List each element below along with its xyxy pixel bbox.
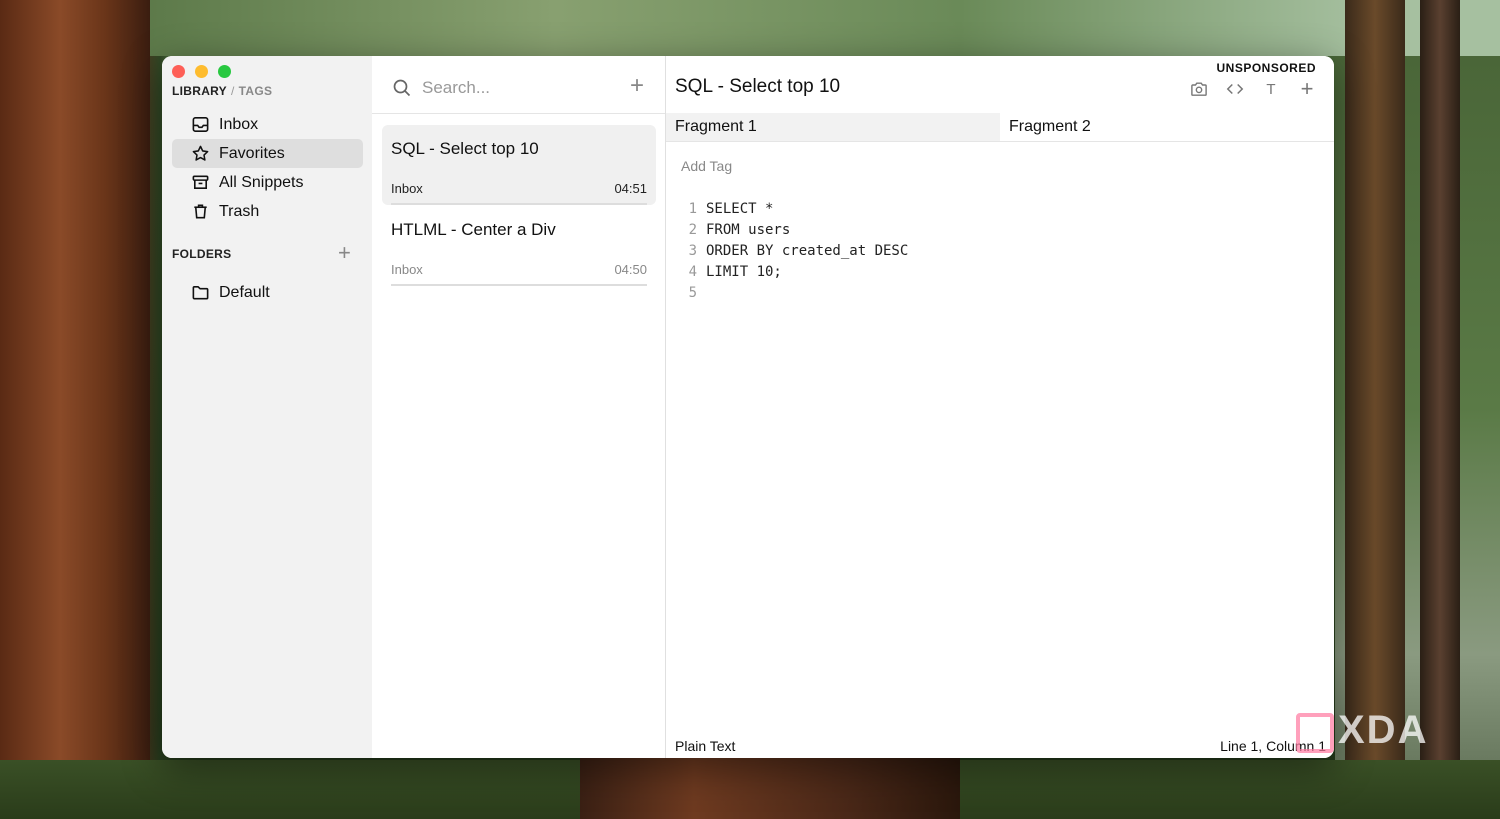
line-number: 2: [688, 222, 697, 238]
code-text: LIMIT 10;: [706, 264, 782, 280]
add-snippet-button[interactable]: +: [630, 74, 644, 98]
snippet-title: SQL - Select top 10: [391, 139, 539, 158]
code-line: 2 FROM users: [681, 220, 908, 241]
star-icon: [190, 144, 210, 164]
snippet-title: HTLML - Center a Div: [391, 220, 556, 239]
inbox-icon: [190, 115, 210, 135]
line-number: 4: [688, 264, 697, 280]
minimize-window-button[interactable]: [195, 65, 208, 78]
fragment-tabs: Fragment 1 Fragment 2: [666, 113, 1334, 142]
sidebar-item-label: All Snippets: [219, 173, 304, 191]
snippet-meta: Inbox 04:50: [391, 262, 647, 277]
app-window: LIBRARY / TAGS Inbox Favorites All Snippet…: [162, 56, 1334, 758]
code-line: 5: [681, 283, 908, 304]
background-sky: [150, 0, 1500, 56]
code-text: SELECT *: [706, 201, 774, 217]
window-controls: [172, 65, 231, 78]
sidebar-item-label: Favorites: [219, 144, 285, 162]
sidebar-item-label: Trash: [219, 202, 260, 220]
line-number: 3: [688, 243, 697, 259]
sidebar-item-label: Default: [219, 283, 270, 301]
library-tags-switcher: LIBRARY / TAGS: [172, 84, 272, 98]
snippet-list-panel: + SQL - Select top 10 Inbox 04:51 HTLML …: [372, 56, 666, 758]
xda-watermark: XDA: [1338, 708, 1429, 752]
code-icon[interactable]: [1226, 80, 1244, 98]
close-window-button[interactable]: [172, 65, 185, 78]
snippet-folder: Inbox: [391, 262, 423, 277]
sidebar-item-folder-default[interactable]: Default: [172, 278, 363, 307]
sidebar-item-label: Inbox: [219, 115, 259, 133]
sidebar-item-all-snippets[interactable]: All Snippets: [172, 168, 363, 197]
zoom-window-button[interactable]: [218, 65, 231, 78]
editor-toolbar: T +: [1190, 76, 1316, 101]
trash-icon: [190, 202, 210, 222]
sidebar: LIBRARY / TAGS Inbox Favorites All Snippet…: [162, 56, 373, 758]
snippet-item[interactable]: SQL - Select top 10 Inbox 04:51: [382, 125, 656, 205]
snippet-time: 04:50: [614, 262, 647, 277]
camera-icon[interactable]: [1190, 80, 1208, 98]
code-text: FROM users: [706, 222, 791, 238]
library-nav: Inbox Favorites All Snippets Trash: [172, 110, 363, 226]
tags-tab[interactable]: TAGS: [239, 84, 273, 98]
divider: [391, 284, 647, 286]
plus-icon[interactable]: +: [1298, 76, 1316, 101]
background-tree-trunk: [0, 0, 150, 819]
unsponsored-badge: UNSPONSORED: [1216, 61, 1316, 75]
snippet-folder: Inbox: [391, 181, 423, 196]
code-editor[interactable]: 1 SELECT * 2 FROM users 3 ORDER BY created_…: [681, 199, 909, 304]
snippet-name-field[interactable]: SQL - Select top 10: [675, 76, 840, 98]
add-tag-input[interactable]: Add Tag: [681, 158, 732, 174]
line-number: 1: [688, 201, 697, 217]
sidebar-item-inbox[interactable]: Inbox: [172, 110, 363, 139]
code-line: 3 ORDER BY created_at DESC: [681, 241, 909, 262]
sidebar-item-trash[interactable]: Trash: [172, 197, 363, 226]
snippet-meta: Inbox 04:51: [391, 181, 647, 196]
divider: [391, 203, 647, 205]
background-tree-trunk: [1420, 0, 1460, 819]
code-text: ORDER BY created_at DESC: [706, 243, 909, 259]
search-bar: +: [372, 56, 665, 114]
archive-icon: [190, 173, 210, 193]
background-tree-trunk: [1345, 0, 1405, 819]
library-tab[interactable]: LIBRARY: [172, 84, 227, 98]
folders-heading: FOLDERS: [172, 247, 232, 261]
folder-icon: [190, 283, 210, 303]
folder-list: Default: [172, 278, 363, 307]
separator: /: [231, 84, 235, 98]
search-input[interactable]: [420, 76, 624, 100]
code-line: 4 LIMIT 10;: [681, 262, 908, 283]
add-folder-button[interactable]: +: [338, 242, 351, 264]
tab-fragment-1[interactable]: Fragment 1: [666, 113, 1000, 141]
editor-panel: UNSPONSORED SQL - Select top 10 T + Frag…: [666, 56, 1334, 758]
code-line: 1 SELECT *: [681, 199, 908, 220]
snippet-item[interactable]: HTLML - Center a Div Inbox 04:50: [382, 206, 656, 286]
xda-logo-mark: [1296, 713, 1334, 753]
line-number: 5: [688, 285, 697, 301]
language-selector[interactable]: Plain Text: [675, 738, 735, 754]
snippet-time: 04:51: [614, 181, 647, 196]
sidebar-item-favorites[interactable]: Favorites: [172, 139, 363, 168]
search-icon: [392, 78, 412, 103]
text-icon[interactable]: T: [1262, 80, 1280, 98]
tab-fragment-2[interactable]: Fragment 2: [1000, 113, 1334, 141]
